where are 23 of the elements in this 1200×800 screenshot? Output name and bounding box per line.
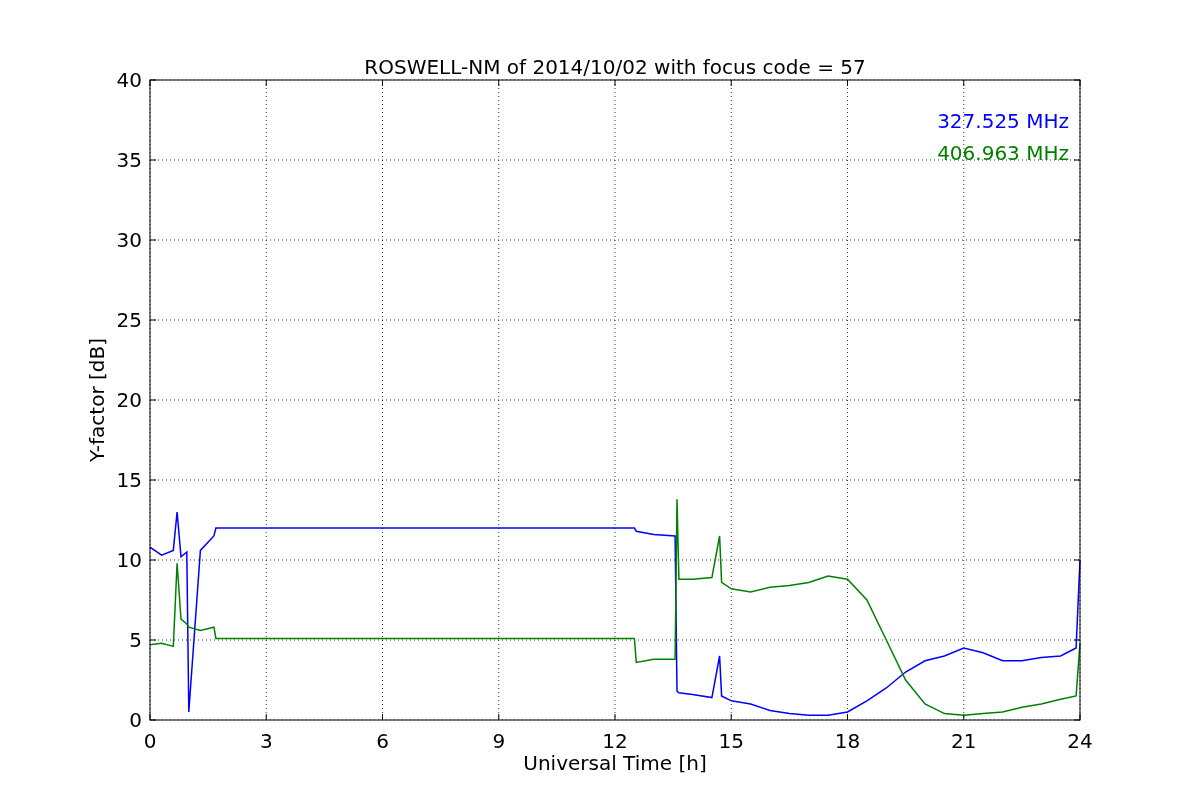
legend-label: 406.963 MHz (937, 141, 1069, 165)
tick-label: 30 (116, 228, 142, 252)
tick-label: 0 (129, 708, 142, 732)
tick-label: 25 (116, 308, 142, 332)
y-axis-label: Y-factor [dB] (85, 338, 109, 462)
tick-label: 15 (718, 729, 744, 753)
tick-label: 15 (116, 468, 142, 492)
tick-label: 6 (376, 729, 389, 753)
legend-label: 327.525 MHz (937, 109, 1069, 133)
tick-label: 9 (492, 729, 506, 753)
chart-title: ROSWELL-NM of 2014/10/02 with focus code = 57 (364, 55, 866, 79)
tick-label: 3 (259, 729, 273, 753)
tick-label: 20 (116, 388, 142, 412)
tick-label: 5 (129, 628, 142, 652)
x-axis-label: Universal Time [h] (523, 751, 707, 775)
tick-label: 12 (602, 729, 628, 753)
tick-label: 35 (116, 148, 142, 172)
tick-label: 24 (1067, 729, 1093, 753)
tick-label: 21 (951, 729, 977, 753)
tick-label: 10 (116, 548, 142, 572)
tick-label: 0 (143, 729, 157, 753)
tick-label: 18 (834, 729, 861, 753)
tick-label: 40 (116, 68, 142, 92)
